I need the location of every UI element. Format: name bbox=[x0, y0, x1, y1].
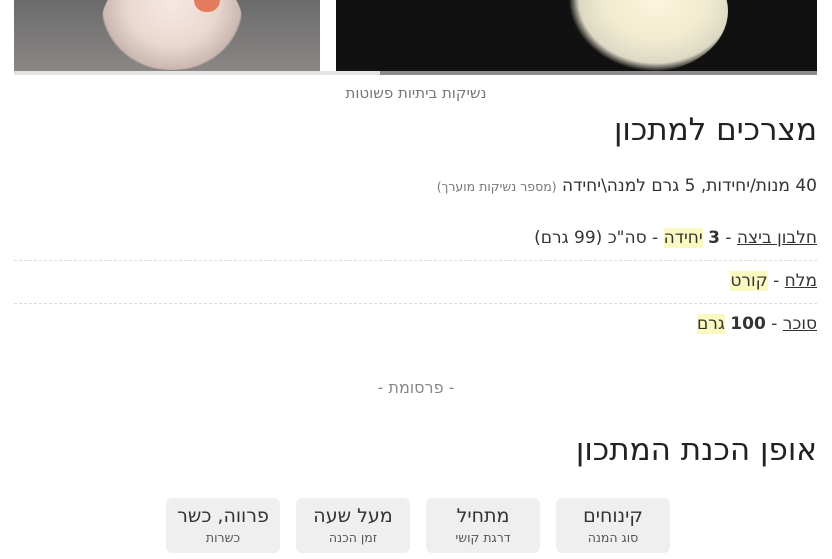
recipe-image-right[interactable] bbox=[336, 0, 817, 71]
servings-note: (מספר נשיקות מוערך) bbox=[436, 179, 557, 194]
meta-chip-difficulty[interactable]: מתחיל דרגת קושי bbox=[426, 498, 540, 553]
ingredient-qty: 3 bbox=[708, 228, 720, 248]
meta-label: כשרות bbox=[205, 530, 241, 545]
ingredient-separator: - bbox=[767, 271, 785, 291]
ingredient-row: סוכר - 100 גרם bbox=[14, 314, 817, 342]
meta-label: דרגת קושי bbox=[455, 530, 511, 545]
meringue-swirl bbox=[102, 0, 242, 70]
meta-value: קינוחים bbox=[583, 505, 643, 527]
ingredient-link[interactable]: סוכר bbox=[783, 314, 817, 334]
meta-chip-dish-type[interactable]: קינוחים סוג המנה bbox=[556, 498, 670, 553]
meta-chip-prep-time[interactable]: מעל שעה זמן הכנה bbox=[296, 498, 410, 553]
method-title: אופן הכנת המתכון bbox=[575, 432, 817, 468]
meringue-swirl bbox=[568, 0, 728, 71]
meta-label: סוג המנה bbox=[587, 530, 639, 545]
ingredient-separator: - bbox=[765, 314, 783, 334]
gallery-caption: נשיקות ביתיות פשוטות bbox=[345, 84, 487, 102]
servings-text: 40 מנות/יחידות, 5 גרם למנה\יחידה bbox=[561, 176, 817, 196]
meta-chip-kashrut[interactable]: פרווה, כשר כשרות bbox=[166, 498, 280, 553]
ingredient-total: סה"כ (99 גרם) bbox=[534, 228, 647, 248]
meta-label: זמן הכנה bbox=[328, 530, 378, 545]
servings-line: 40 מנות/יחידות, 5 גרם למנה\יחידה (מספר נ… bbox=[437, 176, 817, 196]
meta-value: פרווה, כשר bbox=[177, 505, 269, 527]
ingredient-row: חלבון ביצה - 3 יחידה - סה"כ (99 גרם) bbox=[14, 228, 817, 261]
ingredient-separator: - bbox=[719, 228, 737, 248]
meta-value: מתחיל bbox=[456, 505, 510, 527]
ingredient-link[interactable]: חלבון ביצה bbox=[737, 228, 817, 248]
ingredient-unit: קורט bbox=[730, 271, 768, 291]
ingredients-title: מצרכים למתכון bbox=[613, 112, 817, 148]
ingredient-link[interactable]: מלח bbox=[785, 271, 817, 291]
recipe-meta-chips: קינוחים סוג המנה מתחיל דרגת קושי מעל שעה… bbox=[166, 498, 670, 553]
recipe-image-left[interactable] bbox=[14, 0, 320, 71]
ingredient-unit: גרם bbox=[697, 314, 725, 334]
gallery-scrollbar-thumb[interactable] bbox=[380, 71, 817, 75]
ingredient-qty: 100 bbox=[730, 314, 766, 334]
ingredients-section-header: מצרכים למתכון bbox=[614, 112, 817, 148]
ingredient-row: מלח - קורט bbox=[14, 271, 817, 304]
ingredient-separator: - bbox=[646, 228, 664, 248]
method-section-header: אופן הכנת המתכון bbox=[576, 432, 817, 468]
ingredient-unit: יחידה bbox=[663, 228, 703, 248]
ad-label: - פרסומת - bbox=[377, 378, 455, 397]
meta-value: מעל שעה bbox=[313, 505, 393, 527]
